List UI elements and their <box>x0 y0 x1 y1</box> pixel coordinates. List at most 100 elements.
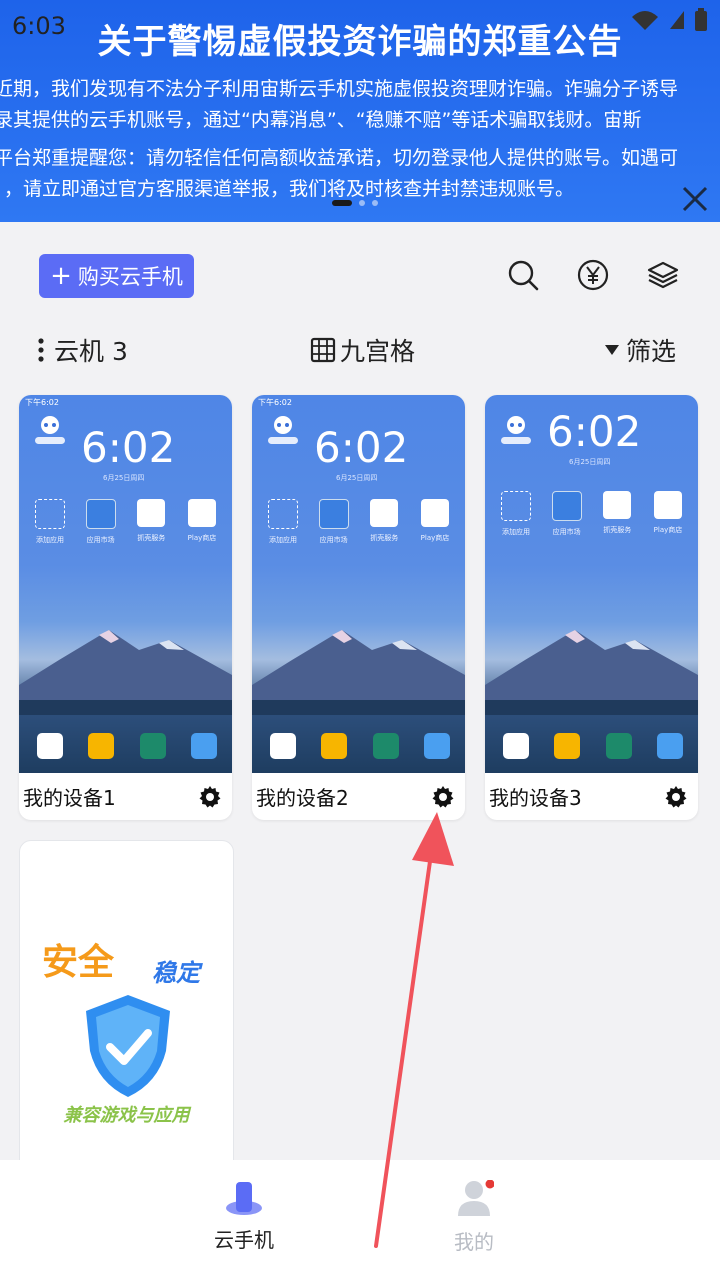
device-dock <box>270 733 450 759</box>
device-card-2[interactable]: 下午6:02 6:02 6月25日周四 添加应用 应用市场 抓壳服务 Play商… <box>252 395 465 820</box>
device-screen[interactable]: 下午6:02 6:02 6月25日周四 添加应用 应用市场 抓壳服务 Play商… <box>252 395 465 773</box>
device-app-row: 添加应用 应用市场 抓壳服务 Play商店 <box>264 499 454 545</box>
robot-icon <box>501 416 531 444</box>
service-app-icon <box>603 491 632 519</box>
service-app-icon <box>137 499 166 527</box>
device-clock: 6:02 <box>314 423 409 472</box>
device-card-3[interactable]: 6:02 6月25日周四 添加应用 应用市场 抓壳服务 Play商店 我的设备3 <box>485 395 698 820</box>
gallery-icon <box>190 733 217 759</box>
status-icons <box>630 8 708 32</box>
device-footer: 我的设备1 <box>19 773 232 820</box>
announcement-banner[interactable]: 关于警惕虚假投资诈骗的郑重公告 近期，我们发现有不法分子利用宙斯云手机实施虚假投… <box>0 0 720 222</box>
page-dot-active <box>332 200 352 206</box>
device-app-label: 添加应用 <box>502 528 530 536</box>
settings-app-icon <box>139 733 166 759</box>
banner-line-4: ，请立即通过官方客服渠道举报，我们将及时核查并封禁违规账号。 <box>4 178 575 200</box>
device-app: 应用市场 <box>82 499 120 545</box>
shield-icon <box>86 995 170 1097</box>
cloud-phone-icon <box>226 1182 262 1215</box>
settings-app-icon <box>605 733 632 759</box>
device-app-label: Play商店 <box>187 534 217 542</box>
device-dock <box>503 733 683 759</box>
robot-icon <box>268 416 298 444</box>
app-store-icon <box>318 499 349 529</box>
device-card-1[interactable]: 下午6:02 6:02 6月25日周四 添加应用 应用市场 抓壳服务 Play商… <box>19 395 232 820</box>
dock-app-icon <box>37 733 63 759</box>
page-dot <box>372 200 378 206</box>
device-app: 添加应用 <box>497 491 535 537</box>
promo-word-stable: 稳定 <box>152 959 200 987</box>
filter-button[interactable]: 筛选 <box>604 330 676 370</box>
page-dot <box>359 200 365 206</box>
device-status-time: 下午6:02 <box>25 398 59 407</box>
device-date: 6月25日周四 <box>103 474 145 482</box>
device-app-label: 抓壳服务 <box>603 526 632 534</box>
device-screen[interactable]: 6:02 6月25日周四 添加应用 应用市场 抓壳服务 Play商店 <box>485 395 698 773</box>
layers-icon[interactable] <box>646 258 680 292</box>
device-app-label: 添加应用 <box>36 536 64 544</box>
device-status-time: 下午6:02 <box>258 398 292 407</box>
add-app-icon <box>501 491 531 521</box>
nav-mine[interactable]: 我的 <box>414 1180 534 1255</box>
device-date: 6月25日周四 <box>336 474 378 482</box>
device-app: 应用市场 <box>548 491 586 537</box>
gear-icon[interactable] <box>198 785 222 809</box>
device-app-label: Play商店 <box>653 526 683 534</box>
files-icon <box>88 733 115 759</box>
dock-app-icon <box>270 733 296 759</box>
add-app-icon <box>268 499 298 529</box>
device-app-row: 添加应用 应用市场 抓壳服务 Play商店 <box>31 499 221 545</box>
close-icon[interactable] <box>680 184 710 214</box>
nav-label-mine: 我的 <box>454 1230 494 1254</box>
banner-line-1: 近期，我们发现有不法分子利用宙斯云手机实施虚假投资理财诈骗。诈骗分子诱导 <box>0 78 679 100</box>
device-app-label: 应用市场 <box>552 528 581 536</box>
battery-icon <box>695 8 707 31</box>
play-store-icon <box>187 499 216 527</box>
robot-icon <box>35 416 65 444</box>
buy-cloud-phone-label: 购买云手机 <box>77 265 183 289</box>
yuan-icon[interactable] <box>576 258 610 292</box>
promo-card[interactable]: 安全 稳定 兼容游戏与应用 <box>19 840 234 1172</box>
device-app: 抓壳服务 <box>365 499 403 545</box>
device-app-row: 添加应用 应用市场 抓壳服务 Play商店 <box>497 491 687 537</box>
device-screen[interactable]: 下午6:02 6:02 6月25日周四 添加应用 应用市场 抓壳服务 Play商… <box>19 395 232 773</box>
device-app-label: 抓壳服务 <box>137 534 166 542</box>
mountain-wallpaper <box>19 630 232 715</box>
search-icon[interactable] <box>506 258 540 292</box>
add-app-icon <box>35 499 65 529</box>
banner-line-2: 录其提供的云手机账号，通过“内幕消息”、“稳赚不赔”等话术骗取钱财。宙斯 <box>0 109 642 131</box>
gallery-icon <box>656 733 683 759</box>
device-name: 我的设备2 <box>256 786 349 810</box>
device-app: Play商店 <box>649 491 687 537</box>
device-date: 6月25日周四 <box>569 458 611 466</box>
service-app-icon <box>370 499 399 527</box>
nav-cloud-phone[interactable]: 云手机 <box>184 1180 304 1253</box>
gear-icon[interactable] <box>664 785 688 809</box>
play-store-icon <box>653 491 682 519</box>
group-label: 云机 3 <box>54 337 128 366</box>
grid-label: 九宫格 <box>340 337 416 366</box>
app-store-icon <box>85 499 116 529</box>
device-app: 添加应用 <box>31 499 69 545</box>
bottom-nav: 云手机 我的 <box>0 1160 720 1280</box>
device-app-label: 应用市场 <box>86 536 115 544</box>
device-app: 抓壳服务 <box>598 491 636 537</box>
more-vertical-icon <box>38 338 44 362</box>
device-app-label: 应用市场 <box>319 536 348 544</box>
device-app: 添加应用 <box>264 499 302 545</box>
group-selector[interactable]: 云机 3 <box>36 330 128 370</box>
banner-line-3: 平台郑重提醒您：请勿轻信任何高额收益承诺，切勿登录他人提供的账号。如遇可 <box>0 147 679 169</box>
user-icon <box>458 1180 494 1216</box>
gallery-icon <box>423 733 450 759</box>
grid-view-toggle[interactable]: 九宫格 <box>310 330 415 370</box>
caret-down-icon <box>605 345 619 355</box>
status-time: 6:03 <box>12 12 66 40</box>
buy-cloud-phone-button[interactable]: + 购买云手机 <box>39 254 194 298</box>
device-app-label: 抓壳服务 <box>370 534 399 542</box>
notification-badge <box>485 1180 494 1189</box>
device-name: 我的设备3 <box>489 786 582 810</box>
gear-icon[interactable] <box>431 785 455 809</box>
nav-label-cloud-phone: 云手机 <box>214 1228 274 1252</box>
files-icon <box>554 733 581 759</box>
dock-app-icon <box>503 733 529 759</box>
